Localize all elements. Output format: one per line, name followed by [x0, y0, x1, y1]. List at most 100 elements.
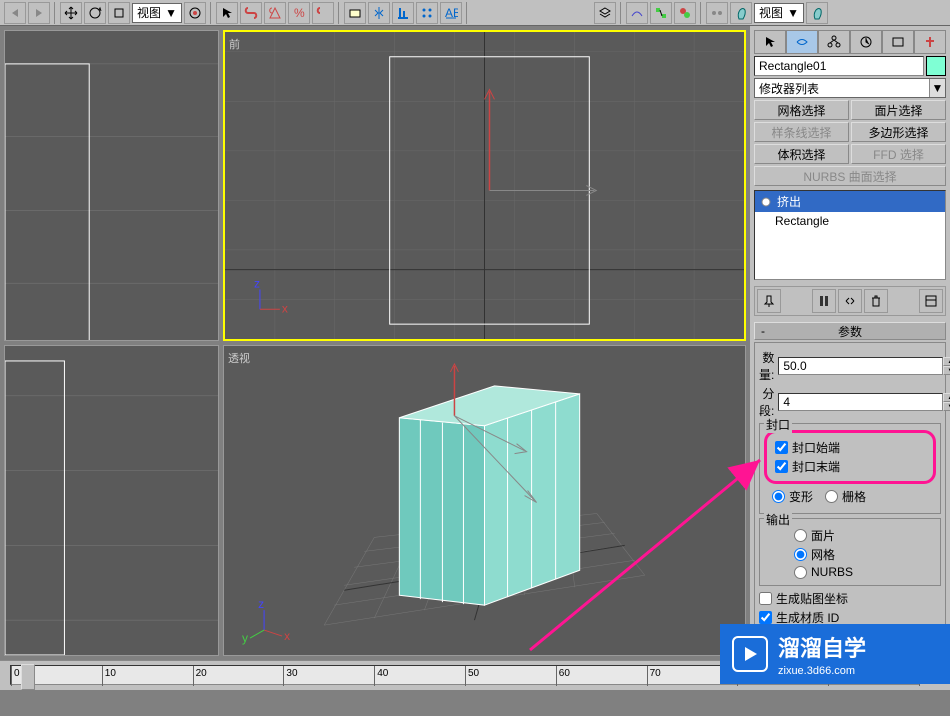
viewport-top[interactable]	[4, 30, 219, 341]
main-toolbar: 视图▼ % ABC 视图▼	[0, 0, 950, 26]
hierarchy-tab[interactable]	[818, 30, 850, 54]
amount-down[interactable]: ▼	[943, 366, 950, 375]
mesh-select-button[interactable]: 网格选择	[754, 100, 849, 120]
ruler-label: 0	[14, 668, 20, 679]
pin-stack-button[interactable]	[757, 289, 781, 313]
stack-item-extrude[interactable]: 挤出	[755, 191, 945, 212]
ruler-tick	[102, 666, 103, 686]
ruler-tick	[11, 666, 12, 686]
curve-editor-button[interactable]	[626, 2, 648, 24]
make-unique-button[interactable]	[838, 289, 862, 313]
panel-tabs	[754, 30, 946, 54]
modify-tab[interactable]	[786, 30, 818, 54]
ruler-label: 70	[650, 668, 661, 679]
nurbs-select-button[interactable]: NURBS 曲面选择	[754, 166, 946, 186]
render-button[interactable]	[730, 2, 752, 24]
morph-radio[interactable]	[772, 490, 785, 503]
bulb-icon	[761, 197, 771, 207]
mesh-radio[interactable]	[794, 548, 807, 561]
move-button[interactable]	[60, 2, 82, 24]
svg-text:x: x	[284, 629, 290, 643]
ruler-label: 30	[286, 668, 297, 679]
amount-up[interactable]: ▲	[943, 357, 950, 366]
time-slider-handle[interactable]	[21, 664, 35, 690]
mirror-button[interactable]	[368, 2, 390, 24]
modifier-list-dropdown[interactable]: 修改器列表 ▼	[754, 78, 946, 98]
stack-item-rectangle[interactable]: Rectangle	[755, 212, 945, 230]
modifier-stack[interactable]: 挤出 Rectangle	[754, 190, 946, 280]
named-selection[interactable]	[344, 2, 366, 24]
main-area: 前	[0, 26, 950, 660]
params-rollout-header[interactable]: - 参数	[754, 322, 946, 340]
rotate-button[interactable]	[84, 2, 106, 24]
render-scene-button[interactable]	[706, 2, 728, 24]
scale-button[interactable]	[108, 2, 130, 24]
motion-tab[interactable]	[850, 30, 882, 54]
align-button[interactable]	[392, 2, 414, 24]
angle-snap[interactable]	[264, 2, 286, 24]
render-view-dropdown[interactable]: 视图▼	[754, 3, 804, 23]
svg-text:x: x	[282, 301, 288, 315]
ruler-label: 60	[559, 668, 570, 679]
ruler-tick	[193, 666, 194, 686]
object-name-input[interactable]	[754, 56, 924, 76]
schematic-button[interactable]	[650, 2, 672, 24]
vol-select-button[interactable]: 体积选择	[754, 144, 849, 164]
ruler-label: 20	[196, 668, 207, 679]
capping-fieldset: 封口 封口始端 封口末端 变形 栅格	[759, 423, 941, 514]
amount-input[interactable]	[778, 357, 943, 375]
select-button[interactable]	[216, 2, 238, 24]
ffd-select-button[interactable]: FFD 选择	[851, 144, 946, 164]
cap-start-checkbox[interactable]	[775, 441, 788, 454]
create-tab[interactable]	[754, 30, 786, 54]
svg-text:%: %	[294, 6, 305, 20]
utilities-tab[interactable]	[914, 30, 946, 54]
annotation-highlight: 封口始端 封口末端	[764, 430, 936, 484]
svg-text:y: y	[242, 631, 248, 645]
viewport-front[interactable]: 前	[223, 30, 746, 341]
coord-dropdown[interactable]: 视图▼	[132, 3, 182, 23]
object-color-swatch[interactable]	[926, 56, 946, 76]
spline-select-button[interactable]: 样条线选择	[754, 122, 849, 142]
configure-button[interactable]	[919, 289, 943, 313]
segments-down[interactable]: ▼	[943, 402, 950, 411]
display-tab[interactable]	[882, 30, 914, 54]
face-select-button[interactable]: 面片选择	[851, 100, 946, 120]
grid-radio[interactable]	[825, 490, 838, 503]
quick-render-button[interactable]	[806, 2, 828, 24]
capping-legend: 封口	[764, 416, 792, 433]
material-button[interactable]	[674, 2, 696, 24]
segments-label: 分段:	[759, 385, 774, 419]
redo-button[interactable]	[28, 2, 50, 24]
poly-select-button[interactable]: 多边形选择	[851, 122, 946, 142]
minus-icon: -	[761, 324, 765, 338]
snapshot-button[interactable]: ABC	[440, 2, 462, 24]
segments-up[interactable]: ▲	[943, 393, 950, 402]
spinner-snap[interactable]	[312, 2, 334, 24]
gen-matid-checkbox[interactable]	[759, 611, 772, 624]
ruler-label: 10	[105, 668, 116, 679]
svg-text:z: z	[254, 277, 260, 291]
ruler-label: 50	[468, 668, 479, 679]
patch-radio[interactable]	[794, 529, 807, 542]
ruler-tick	[556, 666, 557, 686]
remove-modifier-button[interactable]	[864, 289, 888, 313]
nurbs-radio[interactable]	[794, 566, 807, 579]
percent-snap[interactable]: %	[288, 2, 310, 24]
gen-mapping-checkbox[interactable]	[759, 592, 772, 605]
ruler-tick	[283, 666, 284, 686]
show-end-result-button[interactable]	[812, 289, 836, 313]
center-button[interactable]	[184, 2, 206, 24]
undo-button[interactable]	[4, 2, 26, 24]
array-button[interactable]	[416, 2, 438, 24]
snap-toggle[interactable]	[240, 2, 262, 24]
cap-end-checkbox[interactable]	[775, 460, 788, 473]
watermark-subtitle: zixue.3d66.com	[778, 665, 866, 677]
ruler-tick	[465, 666, 466, 686]
viewport-perspective[interactable]: 透视	[223, 345, 746, 656]
stack-toolbar	[754, 286, 946, 316]
segments-input[interactable]	[778, 393, 943, 411]
viewport-label-perspective: 透视	[228, 350, 250, 366]
viewport-left[interactable]	[4, 345, 219, 656]
layers-button[interactable]	[594, 2, 616, 24]
